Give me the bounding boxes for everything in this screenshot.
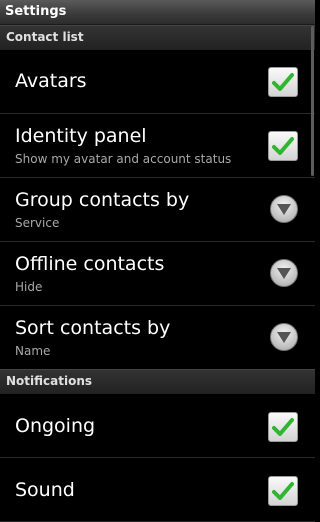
setting-identity-panel[interactable]: Identity panel Show my avatar and accoun… (0, 114, 315, 178)
setting-title: Sort contacts by (15, 317, 171, 339)
group-contacts-dropdown[interactable] (270, 195, 298, 223)
sound-checkbox[interactable] (268, 476, 298, 506)
setting-summary: Service (15, 216, 60, 230)
avatars-checkbox[interactable] (268, 67, 298, 97)
section-label: Notifications (6, 374, 93, 388)
chevron-down-icon (277, 268, 291, 279)
setting-offline-contacts[interactable]: Offline contacts Hide (0, 242, 315, 306)
setting-group-contacts[interactable]: Group contacts by Service (0, 178, 315, 242)
scrollbar[interactable] (311, 26, 314, 176)
setting-summary: Show my avatar and account status (15, 152, 232, 166)
check-icon (272, 73, 294, 91)
setting-summary: Name (15, 344, 51, 358)
window-title: Settings (5, 4, 67, 19)
setting-sort-contacts[interactable]: Sort contacts by Name (0, 306, 315, 370)
title-bar: Settings (0, 0, 315, 25)
section-label: Contact list (6, 30, 84, 44)
setting-title: Identity panel (15, 125, 147, 147)
section-header-contact-list: Contact list (0, 25, 315, 50)
setting-ongoing[interactable]: Ongoing (0, 394, 315, 458)
sort-contacts-dropdown[interactable] (270, 323, 298, 351)
chevron-down-icon (277, 332, 291, 343)
check-icon (272, 482, 294, 500)
setting-summary: Hide (15, 280, 43, 294)
setting-sound[interactable]: Sound (0, 458, 315, 522)
setting-title: Sound (15, 479, 75, 501)
setting-title: Group contacts by (15, 189, 190, 211)
offline-contacts-dropdown[interactable] (270, 259, 298, 287)
ongoing-checkbox[interactable] (268, 412, 298, 442)
check-icon (272, 137, 294, 155)
identity-panel-checkbox[interactable] (268, 131, 298, 161)
chevron-down-icon (277, 204, 291, 215)
setting-title: Avatars (15, 70, 87, 92)
section-header-notifications: Notifications (0, 369, 315, 394)
setting-avatars[interactable]: Avatars (0, 50, 315, 114)
check-icon (272, 418, 294, 436)
setting-title: Offline contacts (15, 253, 165, 275)
setting-title: Ongoing (15, 415, 96, 437)
